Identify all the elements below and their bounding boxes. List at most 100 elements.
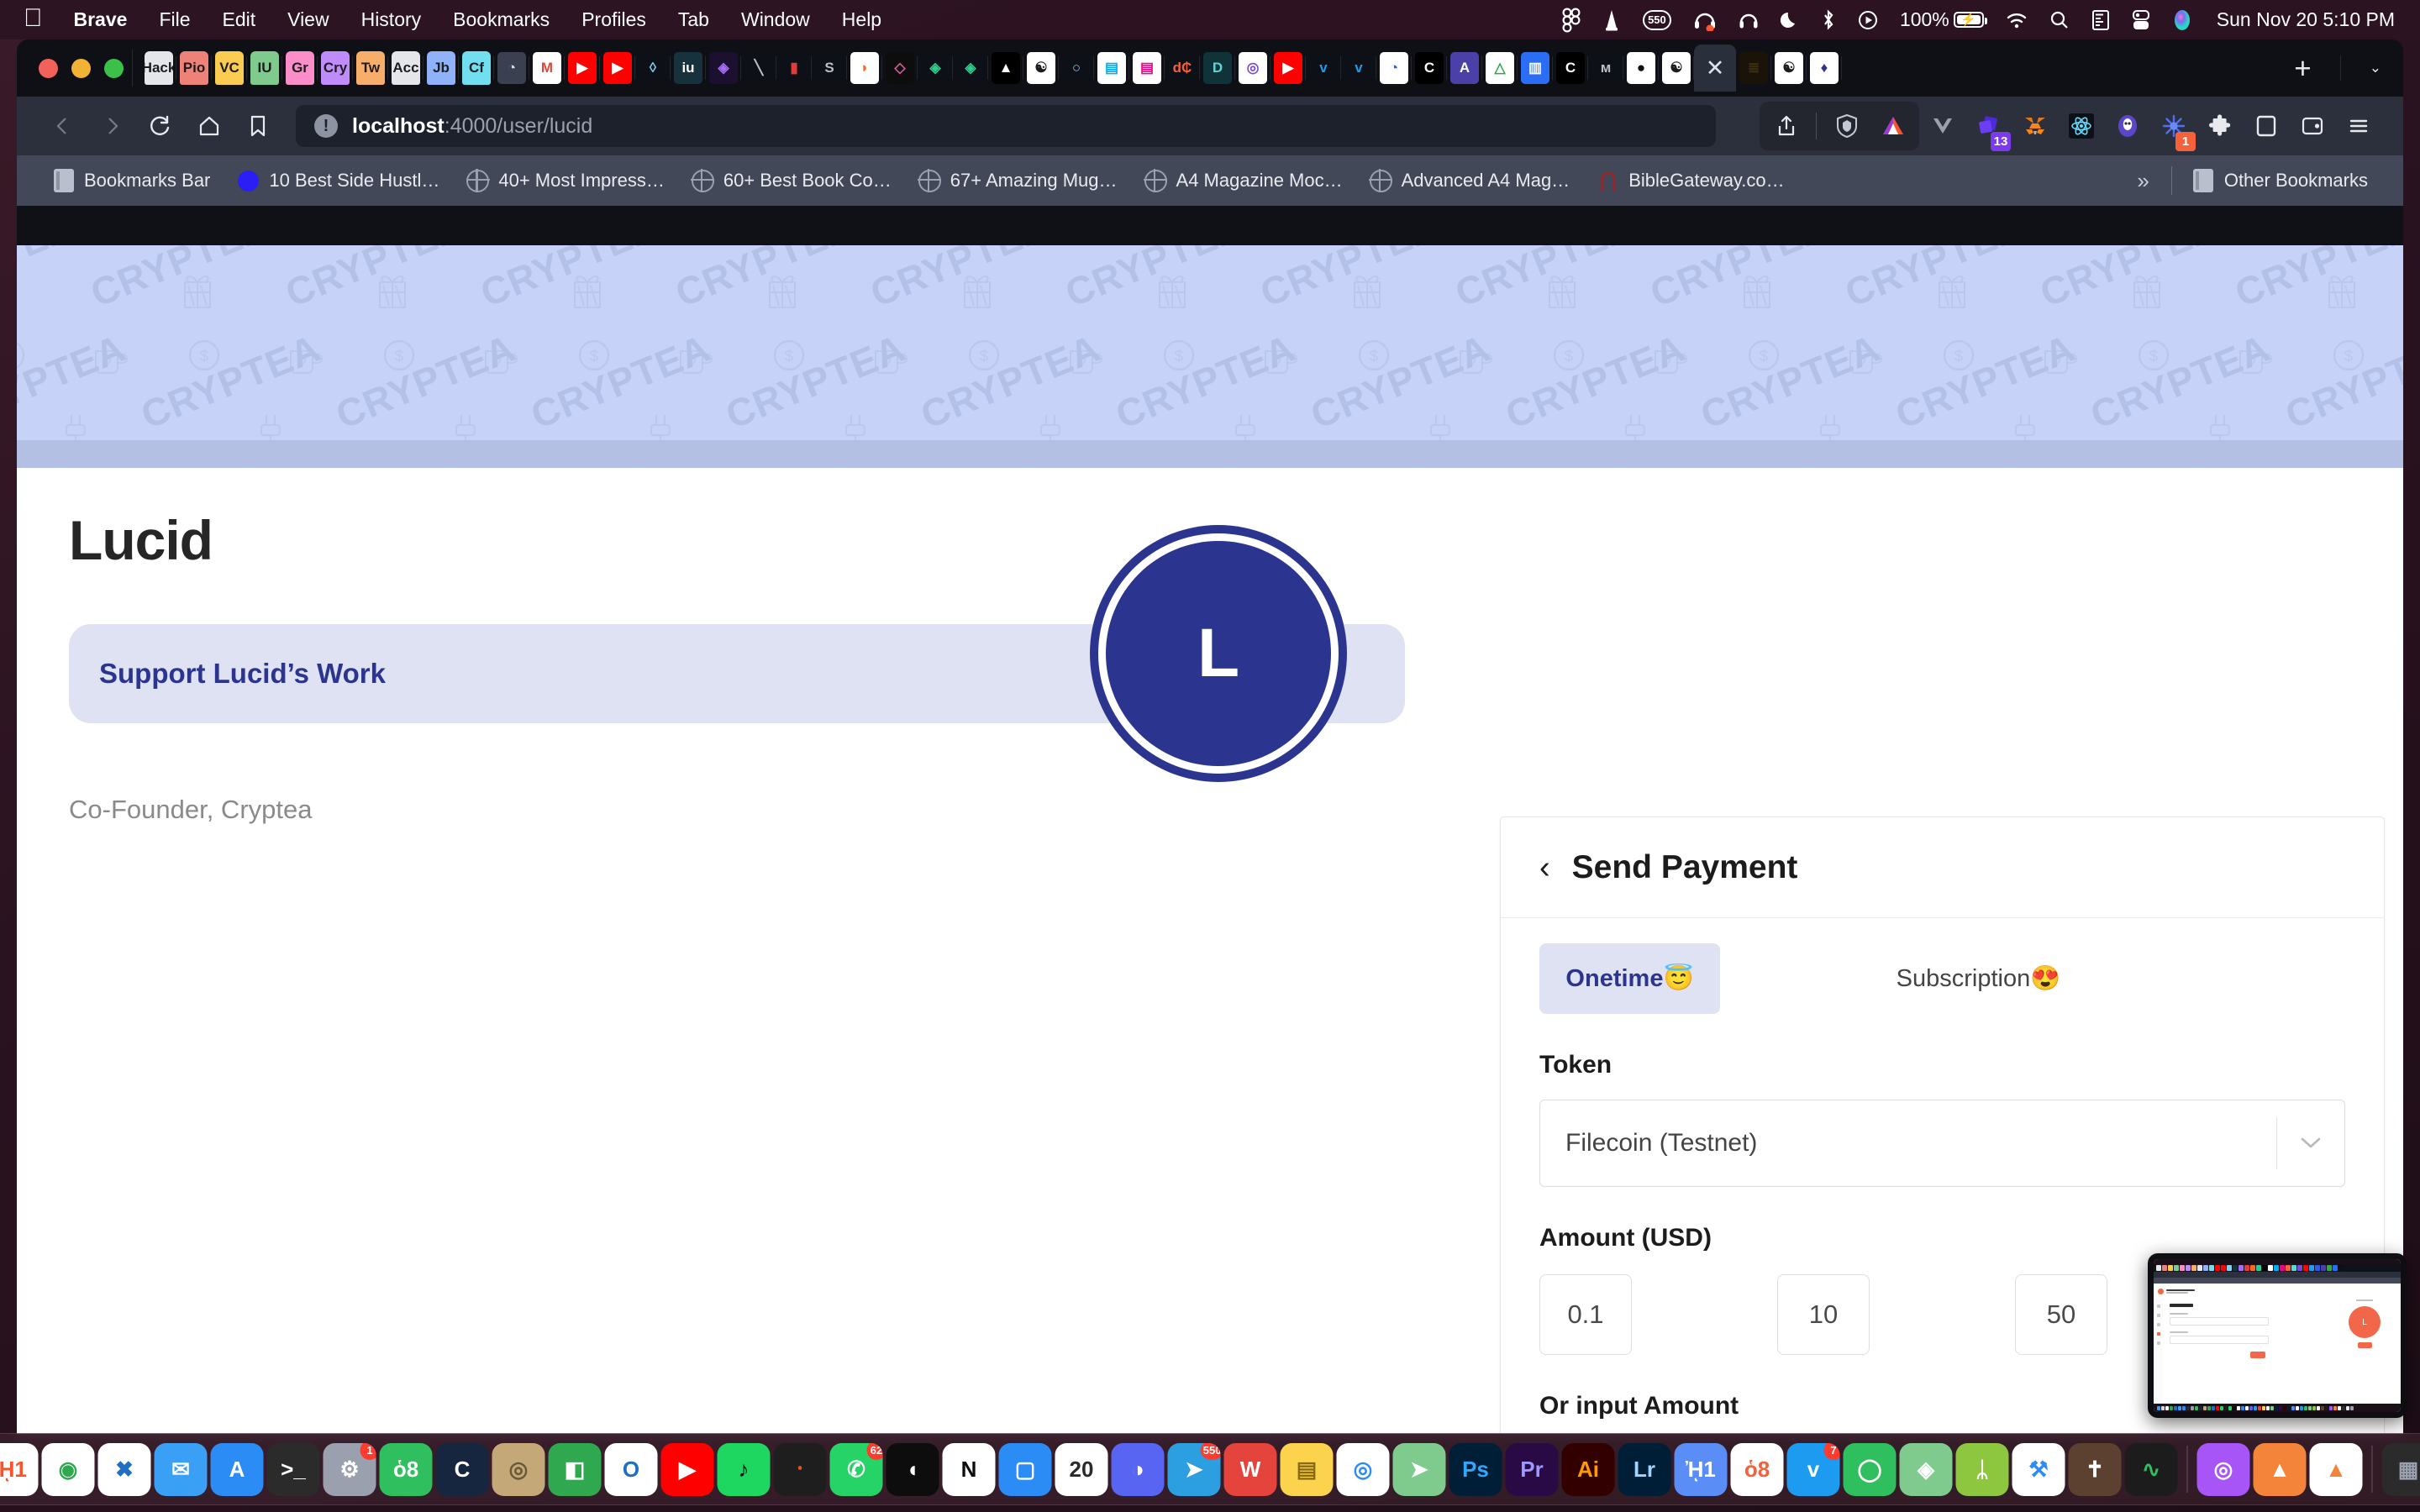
dock-item-whatsapp[interactable]: ✆ 62 [829,1442,883,1496]
bookmark-item[interactable]: 40+ Most Impress… [453,169,677,192]
new-tab-button[interactable]: + [2294,54,2311,83]
brave-shields-icon[interactable] [1823,102,1870,150]
menu-file[interactable]: File [143,10,206,29]
tab-a-purple[interactable]: A [1447,49,1482,87]
tab-brave-shields[interactable]: ◔ [494,49,529,87]
tab-group-iu[interactable]: IU [247,49,282,87]
menu-bookmarks[interactable]: Bookmarks [437,10,566,29]
dock-item-mamp[interactable]: ὁ8 [1730,1442,1784,1496]
dock-item-notes[interactable]: ▤ [1280,1442,1334,1496]
tab-twitter-1[interactable]: ᴠ [1306,49,1341,87]
tab-github[interactable]: ● [1623,49,1659,87]
tab-group-acc[interactable]: Acc [388,49,424,87]
dock-item-premiere[interactable]: Pr [1505,1442,1559,1496]
tab-c-black[interactable]: C [1553,49,1588,87]
menu-profiles[interactable]: Profiles [566,10,662,29]
site-info-icon[interactable]: ! [314,114,338,138]
menu-edit[interactable]: Edit [207,10,272,29]
wappalyzer-icon[interactable]: 1 [2150,102,2196,151]
bookmarks-overflow-button[interactable]: » [2122,168,2164,194]
tab-diamond-dark[interactable]: ◇ [882,49,918,87]
maximize-window-button[interactable] [104,58,124,78]
menu-help[interactable]: Help [826,10,897,29]
tab-iu-dark[interactable]: iu [671,49,706,87]
tab-green-diamond-1[interactable]: ◈ [918,49,953,87]
tab-water-drop[interactable]: ◊ [635,49,671,87]
bookmark-button[interactable] [234,102,282,150]
wifi-icon[interactable] [1995,11,2039,29]
brave-rewards-bat-icon[interactable] [1870,102,1916,150]
tab-cmyk-1[interactable]: ▤ [1094,49,1129,87]
close-tab-icon[interactable]: ✕ [1706,55,1725,81]
tab-youtube-1[interactable]: ▶ [565,49,600,87]
dock-item-android-studio[interactable]: ᛦ [1955,1442,2009,1496]
tab-swift[interactable]: S [812,49,847,87]
tab-vercel[interactable]: ▲ [988,49,1023,87]
tab-subscription[interactable]: Subscription😍 [1888,943,2069,1014]
amount-preset-0-1[interactable]: 0.1 [1539,1274,1632,1355]
dock-item-photoshop[interactable]: Ps [1449,1442,1502,1496]
apple-logo-icon[interactable]:  [17,4,58,36]
bookmark-item[interactable]: Bookmarks Bar [39,169,224,192]
bookmark-item[interactable]: Advanced A4 Mag… [1356,169,1584,192]
vue-devtools-icon[interactable] [1919,102,1965,150]
dock-item-outlook[interactable]: O [604,1442,658,1496]
tab-nn[interactable]: ᴍ [1588,49,1623,87]
dock-item-safari[interactable]: ◎ [1336,1442,1390,1496]
dock-item-youtube[interactable]: ▶ [660,1442,714,1496]
chevron-down-icon[interactable] [2277,1136,2344,1151]
dock-item-telegram[interactable]: ➤ 550 [1167,1442,1221,1496]
tab-red-book[interactable]: ▮ [776,49,812,87]
back-button[interactable] [39,102,87,150]
amount-preset-50[interactable]: 50 [2015,1274,2107,1355]
dock-item-app-store[interactable]: A [210,1442,264,1496]
screen-record-icon[interactable] [1847,10,1889,30]
dock-item-vlc[interactable]: ▲ [2253,1442,2307,1496]
tab-slash[interactable]: ╲ [741,49,776,87]
minimize-window-button[interactable] [71,58,91,78]
menu-brave[interactable]: Brave [58,10,144,29]
dock-item-canva[interactable]: C [435,1442,489,1496]
tab-ethereum-rainbow[interactable]: ♦ [1807,49,1842,87]
bookmark-item[interactable]: 67+ Amazing Mug… [905,169,1131,192]
headphones-icon[interactable] [1728,10,1770,30]
dock-item-vscode[interactable]: ✖ [97,1442,151,1496]
menu-view[interactable]: View [271,10,345,29]
step-counter-icon[interactable]: 550 [1632,9,1682,30]
dock-item-twitter[interactable]: ᴠ7 [1786,1442,1840,1496]
tab-google-drive[interactable]: △ [1482,49,1518,87]
bookmark-item[interactable]: 60+ Best Book Co… [678,169,905,192]
ghost-extension-icon[interactable] [2104,102,2150,150]
menu-history[interactable]: History [345,10,438,29]
siri-icon[interactable] [2161,9,2203,31]
dock-item-activity-monitor[interactable]: ∿ [2124,1442,2178,1496]
address-bar[interactable]: ! localhost:4000/user/lucid [296,105,1716,147]
extensions-puzzle-icon[interactable] [2196,102,2243,150]
tab-cryptea-3[interactable]: ☯ [1771,49,1807,87]
dock-item-mail[interactable]: ✉ [154,1442,208,1496]
tab-group-cry[interactable]: Cry [318,49,353,87]
tab-d-teal[interactable]: D [1200,49,1235,87]
control-center-icon[interactable] [2121,9,2161,31]
tab-youtube-2[interactable]: ▶ [600,49,635,87]
battery-status[interactable]: 100% ⚡ [1889,10,1995,29]
sidebar-toggle-icon[interactable] [2243,102,2289,150]
tab-group-hack[interactable]: Hack [141,49,176,87]
bookmark-item[interactable]: BibleGateway.co… [1583,170,1797,192]
do-not-disturb-moon-icon[interactable] [1770,10,1810,30]
home-button[interactable] [185,102,234,150]
browser-menu-icon[interactable] [2335,102,2381,150]
tab-cryptea-1[interactable]: ☯ [1023,49,1059,87]
tab-twitter-2[interactable]: ᴠ [1341,49,1376,87]
metamask-fox-icon[interactable] [2012,102,2058,150]
tab-group-vc[interactable]: VC [212,49,247,87]
menu-tab[interactable]: Tab [662,10,725,29]
dock-item-illustrator[interactable]: Ai [1561,1442,1615,1496]
dock-item-lightroom[interactable]: Lr [1618,1442,1671,1496]
extension-purple-icon[interactable]: 13 [1965,102,2012,151]
active-tab[interactable]: ✕ [1694,45,1736,92]
tab-cryptea-2[interactable]: ☯ [1659,49,1694,87]
token-select[interactable]: Filecoin (Testnet) [1539,1100,2345,1187]
tab-orange-half[interactable]: ◗ [847,49,882,87]
dock-item-google-suite[interactable]: ◧ [548,1442,602,1496]
